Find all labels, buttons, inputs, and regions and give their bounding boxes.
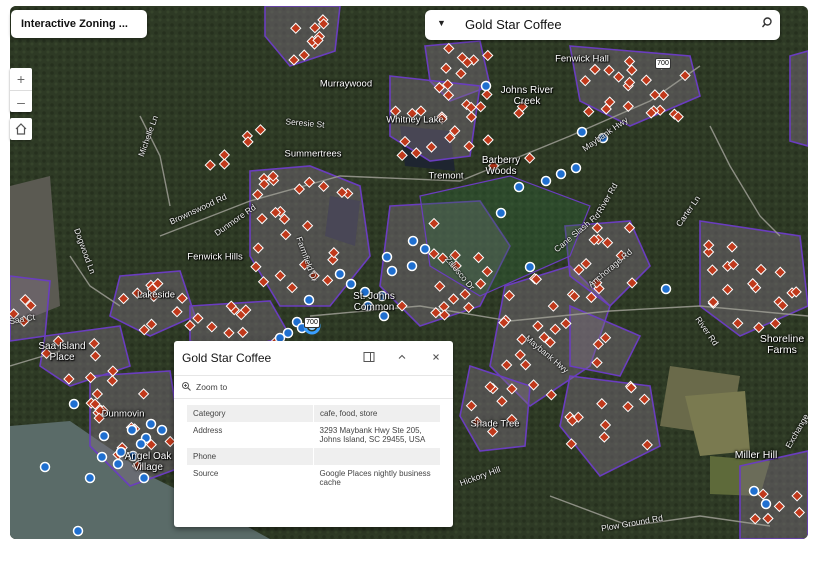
search-result-marker[interactable] bbox=[345, 278, 357, 290]
place-label: Whitney Lake bbox=[386, 114, 444, 126]
search-result-marker[interactable] bbox=[495, 207, 507, 219]
search-result-marker[interactable] bbox=[406, 260, 418, 272]
search-result-marker[interactable] bbox=[135, 438, 147, 450]
search-result-marker[interactable] bbox=[419, 243, 431, 255]
zoom-control: + – bbox=[10, 68, 32, 112]
search-result-marker[interactable] bbox=[570, 162, 582, 174]
place-label: Murraywood bbox=[319, 78, 373, 90]
search-result-marker[interactable] bbox=[748, 485, 760, 497]
place-label: Fenwick Hall bbox=[555, 53, 609, 65]
place-label: Summertrees bbox=[284, 148, 342, 160]
search-result-marker[interactable] bbox=[334, 268, 346, 280]
popup-title: Gold Star Coffee bbox=[182, 351, 272, 365]
search-result-marker[interactable] bbox=[540, 175, 552, 187]
zoom-to-icon bbox=[182, 382, 191, 391]
search-result-marker[interactable] bbox=[112, 458, 124, 470]
place-label: Johns River Creek bbox=[500, 85, 554, 107]
search-result-marker[interactable] bbox=[480, 80, 492, 92]
place-label: Barberry Woods bbox=[481, 155, 521, 177]
table-row: Phone bbox=[187, 448, 440, 465]
route-shield: 700 bbox=[304, 317, 320, 328]
search-result-marker[interactable] bbox=[407, 235, 419, 247]
search-result-marker[interactable] bbox=[84, 472, 96, 484]
dock-icon[interactable] bbox=[363, 351, 375, 363]
search-result-marker[interactable] bbox=[381, 251, 393, 263]
search-result-marker[interactable] bbox=[138, 472, 150, 484]
field-name: Address bbox=[193, 426, 223, 435]
place-label: Angel Oak Village bbox=[124, 451, 172, 473]
place-label: Lakeside bbox=[136, 289, 176, 301]
search-result-marker[interactable] bbox=[39, 461, 51, 473]
search-result-marker[interactable] bbox=[72, 525, 84, 537]
field-value: Google Places nightly business cache bbox=[319, 469, 431, 487]
field-value: 3293 Maybank Hwy Ste 205, Johns Island, … bbox=[319, 426, 426, 444]
search-result-marker[interactable] bbox=[555, 168, 567, 180]
table-row: Address 3293 Maybank Hwy Ste 205, Johns … bbox=[187, 422, 440, 448]
table-row: Source Google Places nightly business ca… bbox=[187, 465, 440, 491]
zoom-to-label: Zoom to bbox=[196, 382, 228, 392]
search-result-marker[interactable] bbox=[156, 424, 168, 436]
search-result-marker[interactable] bbox=[386, 265, 398, 277]
close-icon[interactable] bbox=[430, 351, 442, 363]
field-name: Phone bbox=[187, 448, 314, 465]
attribute-table: Category cafe, food, store Address 3293 … bbox=[187, 405, 440, 491]
search-result-marker[interactable] bbox=[145, 418, 157, 430]
field-value bbox=[313, 448, 440, 465]
search-result-marker[interactable] bbox=[96, 451, 108, 463]
place-label: Fenwick Hills bbox=[187, 251, 243, 263]
field-name: Category bbox=[187, 405, 314, 422]
zoom-out-button[interactable]: – bbox=[10, 90, 32, 113]
collapse-icon[interactable] bbox=[396, 351, 408, 363]
search-result-marker[interactable] bbox=[303, 294, 315, 306]
place-label: St. Johns Common bbox=[353, 291, 395, 313]
route-shield: 700 bbox=[655, 58, 671, 69]
popup-header: Gold Star Coffee bbox=[174, 341, 453, 375]
search-result-marker[interactable] bbox=[576, 126, 588, 138]
search-input[interactable]: Gold Star Coffee bbox=[465, 17, 562, 32]
search-result-marker[interactable] bbox=[660, 283, 672, 295]
place-label: Saa Island Place bbox=[38, 341, 86, 363]
search-icon[interactable] bbox=[760, 16, 774, 30]
place-label: Dunmovin bbox=[101, 408, 145, 420]
search-result-marker[interactable] bbox=[98, 430, 110, 442]
place-label: Shoreline Farms bbox=[759, 333, 805, 356]
search-result-marker[interactable] bbox=[68, 398, 80, 410]
zoom-in-button[interactable]: + bbox=[10, 68, 32, 90]
place-label: Shade Tree bbox=[470, 418, 520, 430]
place-label: Tremont bbox=[428, 170, 464, 182]
field-value: cafe, food, store bbox=[313, 405, 440, 422]
app-title: Interactive Zoning ... bbox=[11, 10, 147, 38]
feature-popup: Gold Star Coffee Zoom to Category cafe, … bbox=[174, 341, 453, 527]
search-widget[interactable]: ▼ Gold Star Coffee bbox=[425, 10, 780, 40]
place-label: Miller Hill bbox=[734, 449, 778, 461]
home-button[interactable] bbox=[10, 118, 32, 140]
search-result-marker[interactable] bbox=[513, 181, 525, 193]
search-result-marker[interactable] bbox=[760, 498, 772, 510]
field-name: Source bbox=[193, 469, 219, 478]
search-result-marker[interactable] bbox=[524, 261, 536, 273]
search-source-dropdown[interactable]: ▼ bbox=[437, 18, 446, 28]
zoom-to-action[interactable]: Zoom to bbox=[174, 375, 453, 399]
search-result-marker[interactable] bbox=[126, 424, 138, 436]
home-icon bbox=[15, 123, 27, 135]
table-row: Category cafe, food, store bbox=[187, 405, 440, 422]
